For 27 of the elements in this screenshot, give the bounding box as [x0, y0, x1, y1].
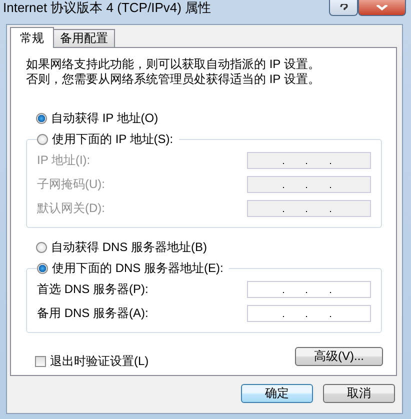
field-label: 备用 DNS 服务器(A): — [37, 304, 148, 322]
advanced-button[interactable]: 高级(V)... — [295, 347, 383, 366]
tab[interactable]: 备用配置 — [53, 29, 115, 47]
radio-button[interactable] — [37, 262, 48, 274]
radio-button[interactable] — [36, 242, 47, 252]
dialog-button[interactable]: 确定 — [241, 384, 313, 403]
validate-checkbox[interactable]: 退出时验证设置(L) — [35, 353, 149, 370]
help-button[interactable] — [329, 0, 358, 16]
radio-button[interactable] — [37, 134, 48, 144]
radio-option[interactable]: 自动获得 IP 地址(O) — [36, 109, 382, 127]
field-label: 首选 DNS 服务器(P): — [37, 280, 148, 298]
ip-address-field[interactable] — [247, 280, 371, 298]
close-button[interactable] — [358, 0, 406, 16]
dialog-button[interactable]: 取消 — [323, 384, 395, 403]
description-text: 如果网络支持此功能，则可以获取自动指派的 IP 设置。否则，您需要从网络系统管理员处获得适当的 IP 设置。 — [26, 57, 321, 87]
radio-option[interactable]: 使用下面的 IP 地址(S): — [37, 130, 180, 148]
field-label: 默认网关(D): — [37, 200, 105, 216]
question-mark-icon — [340, 4, 348, 11]
window-title: Internet 协议版本 4 (TCP/IPv4) 属性 — [3, 0, 212, 15]
field-label: 子网掩码(U): — [37, 176, 105, 192]
radio-button[interactable] — [36, 112, 47, 124]
tab[interactable]: 常规 — [10, 27, 54, 48]
checkbox[interactable] — [35, 356, 46, 367]
radio-option[interactable]: 使用下面的 DNS 服务器地址(E): — [37, 259, 230, 277]
ip-address-field[interactable] — [247, 304, 371, 322]
radio-option[interactable]: 自动获得 DNS 服务器地址(B) — [36, 238, 382, 256]
field-label: IP 地址(I): — [37, 152, 90, 168]
